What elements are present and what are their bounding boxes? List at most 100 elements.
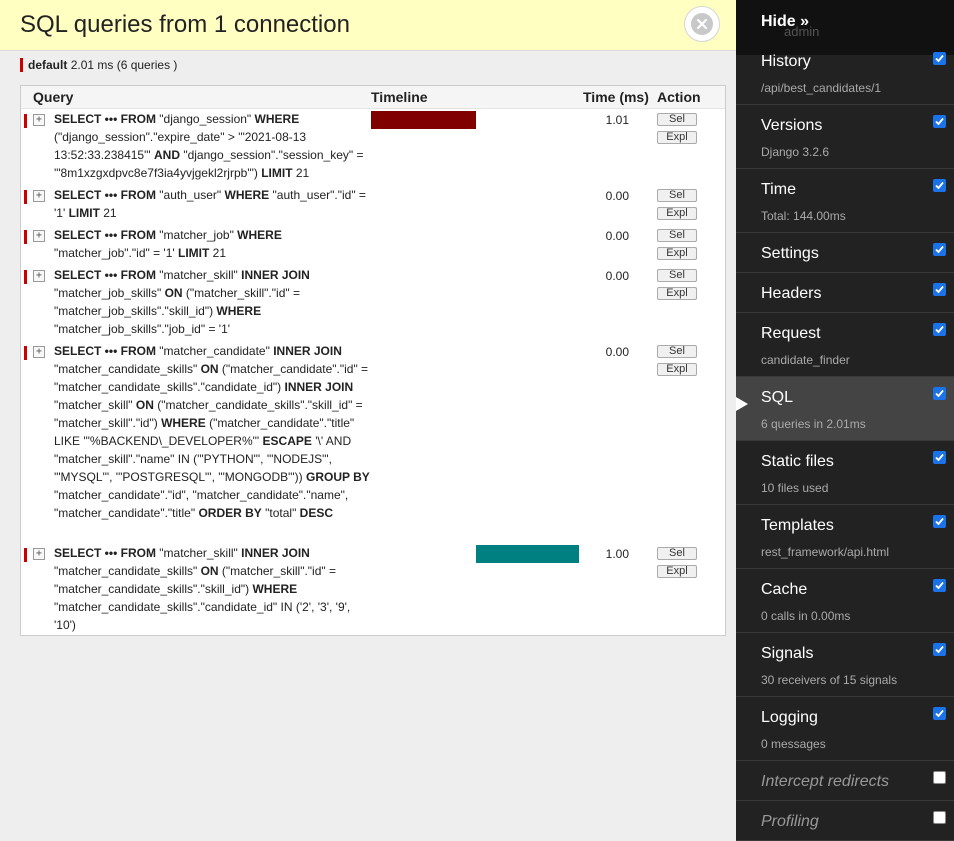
connection-summary: default 2.01 ms (6 queries ) — [20, 58, 177, 72]
checkmark-icon — [935, 117, 944, 126]
toolbar-item-versions[interactable]: Versions Django 3.2.6 — [736, 105, 954, 169]
expand-toggle-button[interactable]: + — [33, 230, 45, 242]
connection-stats: 2.01 ms (6 queries ) — [70, 58, 178, 72]
expand-toggle-button[interactable]: + — [33, 548, 45, 560]
toolbar-item-checkbox[interactable] — [933, 451, 946, 464]
checkmark-icon — [935, 517, 944, 526]
expand-toggle-button[interactable]: + — [33, 114, 45, 126]
toolbar-item-title: Time — [761, 181, 796, 198]
panel-title: SQL queries from 1 connection — [20, 11, 350, 38]
toolbar-item-checkbox[interactable] — [933, 323, 946, 336]
toolbar-item-logging[interactable]: Logging 0 messages — [736, 697, 954, 761]
query-sql: SELECT ••• FROM "django_session" WHERE (… — [54, 112, 364, 180]
checkmark-icon — [935, 54, 944, 63]
toolbar-item-time[interactable]: Time Total: 144.00ms — [736, 169, 954, 233]
toolbar-item-profiling[interactable]: Profiling — [736, 801, 954, 841]
column-header-action: Action — [657, 89, 701, 105]
toolbar-item-title: Signals — [761, 645, 814, 662]
expand-toggle-button[interactable]: + — [33, 270, 45, 282]
expand-toggle-button[interactable]: + — [33, 190, 45, 202]
explain-button[interactable]: Expl — [657, 287, 697, 300]
toolbar-item-title: History — [761, 53, 811, 70]
timeline-bar — [475, 545, 579, 563]
toolbar-item-checkbox[interactable] — [933, 643, 946, 656]
explain-button[interactable]: Expl — [657, 363, 697, 376]
toolbar-item-subtitle: Django 3.2.6 — [761, 145, 830, 159]
toolbar-item-settings[interactable]: Settings — [736, 233, 954, 273]
query-marker — [24, 346, 27, 360]
active-arrow-icon — [736, 397, 748, 411]
explain-button[interactable]: Expl — [657, 131, 697, 144]
query-time: 0.00 — [605, 229, 629, 243]
explain-button[interactable]: Expl — [657, 565, 697, 578]
toolbar-item-title: Profiling — [761, 813, 819, 830]
toolbar-item-checkbox[interactable] — [933, 52, 946, 65]
query-time: 0.00 — [605, 345, 629, 359]
toolbar-item-title: Cache — [761, 581, 808, 598]
explain-button[interactable]: Expl — [657, 207, 697, 220]
toolbar-item-subtitle: 6 queries in 2.01ms — [761, 417, 866, 431]
query-time: 1.01 — [605, 113, 629, 127]
query-marker — [24, 114, 27, 128]
query-time: 1.00 — [605, 547, 629, 561]
toolbar-item-cache[interactable]: Cache 0 calls in 0.00ms — [736, 569, 954, 633]
toolbar-item-title: Versions — [761, 117, 823, 134]
checkmark-icon — [935, 709, 944, 718]
toolbar-item-checkbox[interactable] — [933, 243, 946, 256]
query-marker — [24, 230, 27, 244]
sql-panel: SQL queries from 1 connection default 2.… — [0, 0, 736, 840]
table-header: Query Timeline Time (ms) Action — [21, 86, 725, 109]
toolbar-item-checkbox[interactable] — [933, 115, 946, 128]
toolbar-item-checkbox[interactable] — [933, 179, 946, 192]
toolbar-item-history[interactable]: History/api/best_candidates/1 — [736, 41, 954, 105]
connection-name: default — [28, 58, 68, 72]
toolbar-item-checkbox[interactable] — [933, 283, 946, 296]
query-time: 0.00 — [605, 269, 629, 283]
column-header-time: Time (ms) — [583, 89, 649, 105]
select-button[interactable]: Sel — [657, 345, 697, 358]
toolbar-item-templates[interactable]: Templates rest_framework/api.html — [736, 505, 954, 569]
toolbar-item-signals[interactable]: Signals 30 receivers of 15 signals — [736, 633, 954, 697]
toolbar-item-subtitle: 0 messages — [761, 737, 826, 751]
panel-header: SQL queries from 1 connection — [0, 0, 736, 51]
toolbar-item-title: SQL — [761, 389, 794, 406]
hide-toolbar-button[interactable]: Hide » — [761, 13, 809, 31]
checkmark-icon — [935, 285, 944, 294]
select-button[interactable]: Sel — [657, 229, 697, 242]
query-sql: SELECT ••• FROM "matcher_job" WHERE "mat… — [54, 228, 282, 260]
query-marker — [24, 548, 27, 562]
toolbar-item-checkbox[interactable] — [933, 771, 946, 784]
select-button[interactable]: Sel — [657, 113, 697, 126]
toolbar-item-checkbox[interactable] — [933, 579, 946, 592]
toolbar-item-intercept-redirects[interactable]: Intercept redirects — [736, 761, 954, 801]
query-time: 0.00 — [605, 189, 629, 203]
toolbar-item-subtitle: 0 calls in 0.00ms — [761, 609, 851, 623]
toolbar-item-checkbox[interactable] — [933, 387, 946, 400]
toolbar-item-checkbox[interactable] — [933, 811, 946, 824]
checkmark-icon — [935, 453, 944, 462]
toolbar-item-subtitle: /api/best_candidates/1 — [761, 81, 882, 95]
queries-table: Query Timeline Time (ms) Action + SELECT… — [20, 85, 726, 636]
toolbar-item-sql[interactable]: SQL 6 queries in 2.01ms — [736, 377, 954, 441]
toolbar-item-title: Intercept redirects — [761, 773, 890, 790]
expand-toggle-button[interactable]: + — [33, 346, 45, 358]
toolbar-item-title: Logging — [761, 709, 818, 726]
toolbar-item-title: Templates — [761, 517, 834, 534]
close-button[interactable] — [684, 6, 720, 42]
query-sql: SELECT ••• FROM "matcher_skill" INNER JO… — [54, 268, 310, 336]
toolbar-item-headers[interactable]: Headers — [736, 273, 954, 313]
toolbar-item-subtitle: candidate_finder — [761, 353, 850, 367]
query-sql: SELECT ••• FROM "matcher_candidate" INNE… — [54, 344, 370, 520]
query-sql: SELECT ••• FROM "matcher_skill" INNER JO… — [54, 546, 351, 632]
select-button[interactable]: Sel — [657, 189, 697, 202]
toolbar-item-static-files[interactable]: Static files 10 files used — [736, 441, 954, 505]
checkmark-icon — [935, 581, 944, 590]
toolbar-item-checkbox[interactable] — [933, 707, 946, 720]
column-header-timeline: Timeline — [371, 89, 428, 105]
toolbar-item-title: Headers — [761, 285, 822, 302]
explain-button[interactable]: Expl — [657, 247, 697, 260]
toolbar-item-request[interactable]: Request candidate_finder — [736, 313, 954, 377]
toolbar-item-checkbox[interactable] — [933, 515, 946, 528]
select-button[interactable]: Sel — [657, 547, 697, 560]
select-button[interactable]: Sel — [657, 269, 697, 282]
